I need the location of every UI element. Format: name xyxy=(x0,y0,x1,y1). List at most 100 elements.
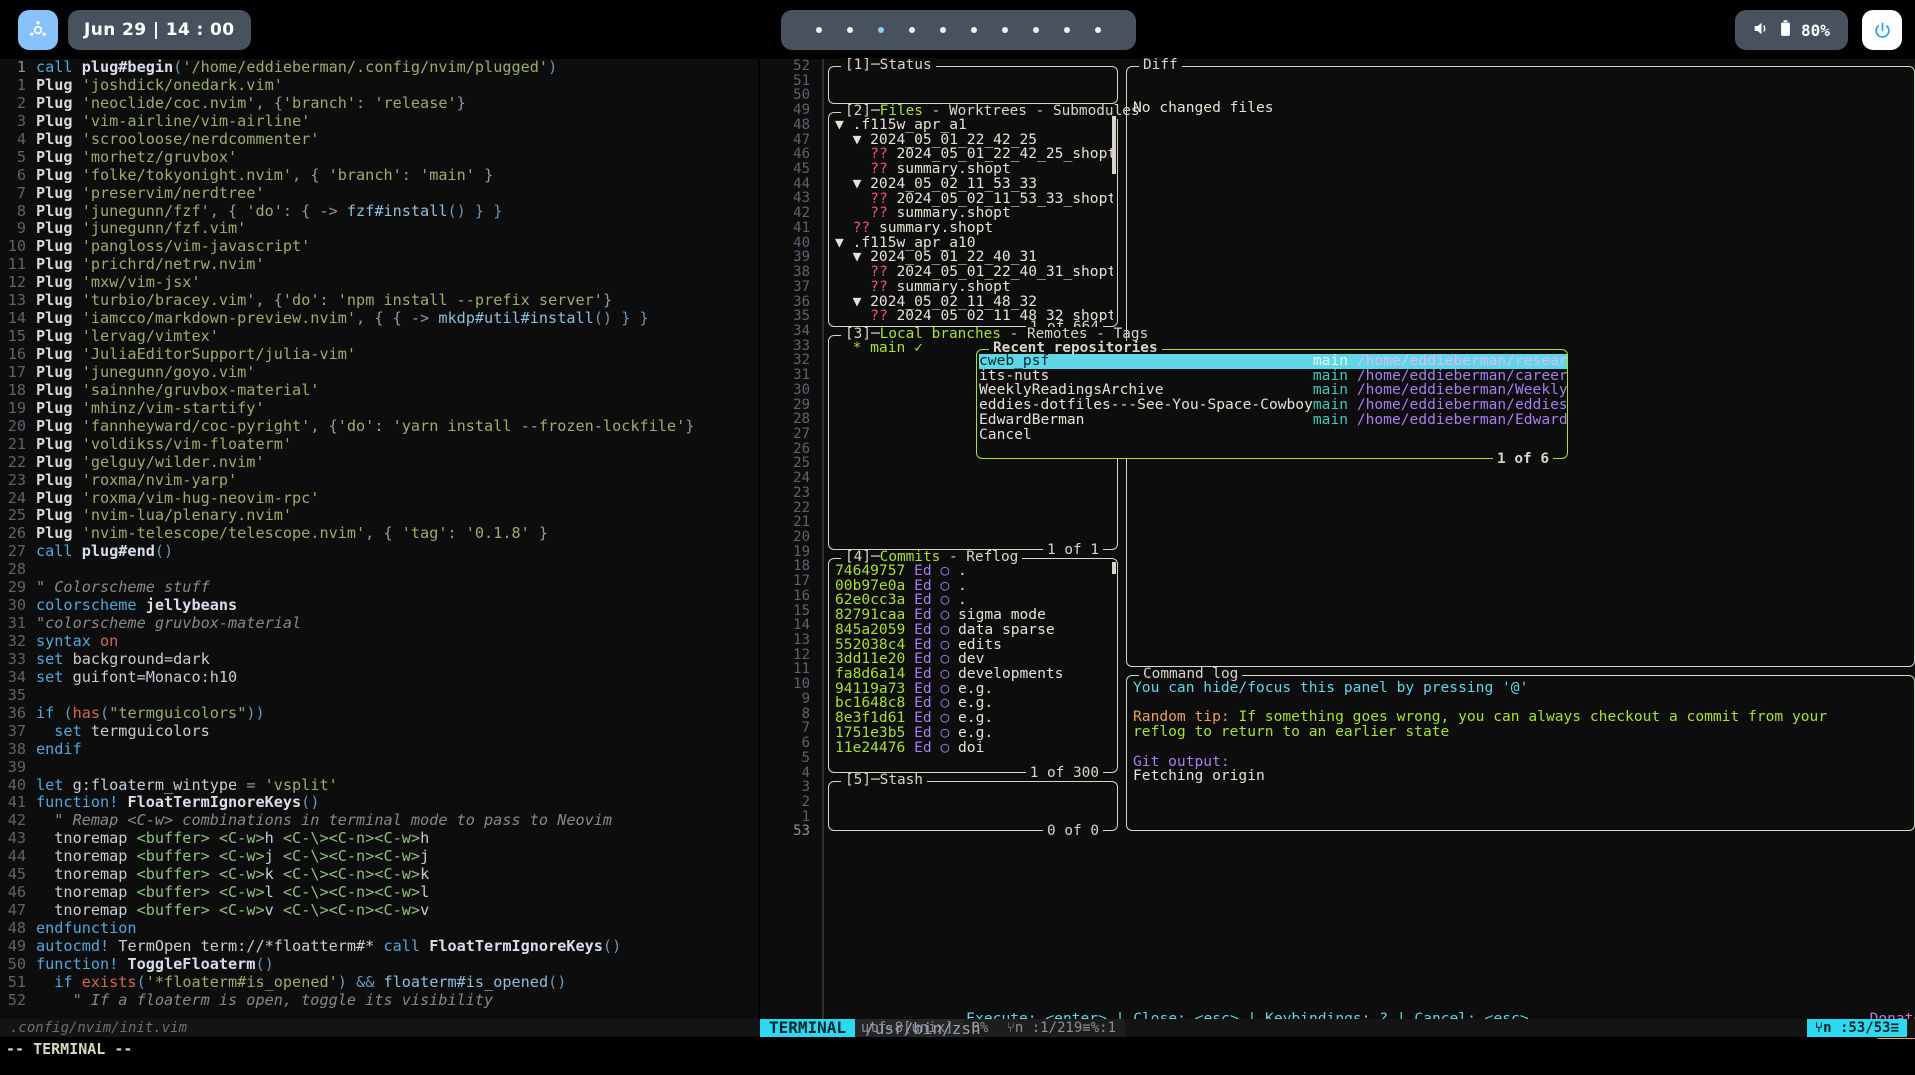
code-line[interactable]: 33 set background=dark xyxy=(0,650,758,669)
line-content: syntax on xyxy=(36,632,119,650)
code-line[interactable]: 50 function! ToggleFloaterm() xyxy=(0,955,758,974)
files-scrollbar[interactable] xyxy=(1112,116,1116,174)
workspace-switcher[interactable] xyxy=(781,10,1136,50)
terminal-line-number: 30 xyxy=(793,381,810,398)
command-log-line[interactable]: reflog to return to an earlier state xyxy=(1133,724,1910,740)
recent-repositories-popup[interactable]: Recent repositories 1 of 6 cweb_psf main… xyxy=(976,341,1568,467)
code-line[interactable]: 51 if exists('*floaterm#is_opened') && f… xyxy=(0,973,758,992)
line-content: if (has("termguicolors")) xyxy=(36,703,265,722)
code-line[interactable]: 34 set guifont=Monaco:h10 xyxy=(0,668,758,687)
system-tray[interactable]: 80% xyxy=(1735,10,1848,50)
terminal-line-number: 19 xyxy=(793,543,810,560)
code-line[interactable]: 3 Plug 'vim-airline/vim-airline' xyxy=(0,112,758,131)
lazygit-status-panel[interactable]: [1]─Status ✓shopt → main xyxy=(828,58,1118,104)
terminal-line-number: 40 xyxy=(793,234,810,251)
code-line[interactable]: 5 Plug 'morhetz/gruvbox' xyxy=(0,148,758,167)
code-line[interactable]: 4 Plug 'scrooloose/nerdcommenter' xyxy=(0,130,758,149)
workspace-dot-8[interactable] xyxy=(1033,27,1039,33)
code-line[interactable]: 31 "colorscheme gruvbox-material xyxy=(0,614,758,633)
code-line[interactable]: 47 tnoremap <buffer> <C-w>v <C-\><C-n><C… xyxy=(0,901,758,920)
code-line[interactable]: 38 endif xyxy=(0,740,758,759)
code-line[interactable]: 2 Plug 'neoclide/coc.nvim', {'branch': 'r… xyxy=(0,94,758,113)
ubuntu-logo-icon[interactable] xyxy=(18,10,58,50)
code-line[interactable]: 19 Plug 'mhinz/vim-startify' xyxy=(0,399,758,418)
command-log-line[interactable]: You can hide/focus this panel by pressin… xyxy=(1133,681,1910,696)
code-line[interactable]: 24 Plug 'roxma/vim-hug-neovim-rpc' xyxy=(0,489,758,508)
code-line[interactable]: 15 Plug 'lervag/vimtex' xyxy=(0,327,758,346)
code-line[interactable]: 17 Plug 'junegunn/goyo.vim' xyxy=(0,363,758,382)
code-line[interactable]: 1 Plug 'joshdick/onedark.vim' xyxy=(0,76,758,95)
lazygit-files-panel[interactable]: [2]─Files - Worktrees - Submodules 1 of … xyxy=(828,104,1144,335)
code-line[interactable]: 1 call plug#begin('/home/eddieberman/.con… xyxy=(0,59,758,77)
code-line[interactable]: 8 Plug 'junegunn/fzf', { 'do': { -> fzf#i… xyxy=(0,202,758,221)
code-line[interactable]: 9 Plug 'junegunn/fzf.vim' xyxy=(0,219,758,238)
code-line[interactable]: 32 syntax on xyxy=(0,632,758,651)
lazygit-app[interactable]: [1]─Status ✓shopt → main [2]─Files - Wor… xyxy=(828,58,1915,1055)
code-line[interactable]: 52 " If a floaterm is open, toggle its v… xyxy=(0,991,758,1010)
code-line[interactable]: 26 Plug 'nvim-telescope/telescope.nvim', … xyxy=(0,524,758,543)
code-line[interactable]: 21 Plug 'voldikss/vim-floaterm' xyxy=(0,435,758,454)
code-line[interactable]: 22 Plug 'gelguy/wilder.nvim' xyxy=(0,453,758,472)
recent-repo-item[interactable]: Cancel xyxy=(979,426,1567,443)
clock[interactable]: Jun 29 | 14 : 00 xyxy=(68,10,251,50)
command-log-title: Command log xyxy=(1139,667,1243,682)
recent-repo-branch: main xyxy=(1312,410,1357,428)
code-line[interactable]: 46 tnoremap <buffer> <C-w>l <C-\><C-n><C… xyxy=(0,883,758,902)
code-line[interactable]: 39 xyxy=(0,758,758,777)
code-line[interactable]: 10 Plug 'pangloss/vim-javascript' xyxy=(0,237,758,256)
code-line[interactable]: 37 set termguicolors xyxy=(0,722,758,741)
line-content: Plug 'nvim-lua/plenary.nvim' xyxy=(36,506,293,525)
code-line[interactable]: 40 let g:floaterm_wintype = 'vsplit' xyxy=(0,776,758,795)
workspace-dot-2[interactable] xyxy=(847,27,853,33)
code-line[interactable]: 16 Plug 'JuliaEditorSupport/julia-vim' xyxy=(0,345,758,364)
code-line[interactable]: 20 Plug 'fannheyward/coc-pyright', {'do':… xyxy=(0,417,758,436)
workspace-dot-3[interactable] xyxy=(878,27,884,33)
code-line[interactable]: 48 endfunction xyxy=(0,919,758,938)
code-line[interactable]: 25 Plug 'nvim-lua/plenary.nvim' xyxy=(0,506,758,525)
code-line[interactable]: 41 function! FloatTermIgnoreKeys() xyxy=(0,793,758,812)
code-line[interactable]: 36 if (has("termguicolors")) xyxy=(0,703,758,723)
lazygit-command-log-panel[interactable]: Command log You can hide/focus this pane… xyxy=(1126,667,1915,831)
commits-scrollbar[interactable] xyxy=(1112,562,1116,574)
workspace-dot-6[interactable] xyxy=(971,27,977,33)
code-line[interactable]: 11 Plug 'prichrd/netrw.nvim' xyxy=(0,255,758,274)
code-line[interactable]: 29 " Colorscheme stuff xyxy=(0,578,758,597)
code-line[interactable]: 43 tnoremap <buffer> <C-w>h <C-\><C-n><C… xyxy=(0,829,758,848)
commit-row[interactable]: 11e24476 Ed ○ doi xyxy=(835,740,1113,756)
code-line[interactable]: 27 call plug#end() xyxy=(0,542,758,561)
line-number: 1 xyxy=(16,59,26,76)
code-line[interactable]: 23 Plug 'roxma/nvim-yarp' xyxy=(0,471,758,490)
code-line[interactable]: 6 Plug 'folke/tokyonight.nvim', { 'branch… xyxy=(0,166,758,185)
code-line[interactable]: 7 Plug 'preservim/nerdtree' xyxy=(0,184,758,203)
files-panel-title: [2]─Files - Worktrees - Submodules xyxy=(841,104,1144,119)
code-line[interactable]: 42 " Remap <C-w> combinations in termina… xyxy=(0,811,758,830)
command-log-line[interactable]: Fetching origin xyxy=(1133,768,1910,784)
code-line[interactable]: 49 autocmd! TermOpen term://*floatterm#* … xyxy=(0,937,758,956)
workspace-dot-1[interactable] xyxy=(816,27,822,33)
code-line[interactable]: 35 xyxy=(0,686,758,705)
command-log-line[interactable] xyxy=(1133,740,1910,755)
lazygit-commits-panel[interactable]: [4]─Commits - Reflog 1 of 300 74649757 E… xyxy=(828,550,1118,781)
code-line[interactable]: 28 xyxy=(0,560,758,579)
code-line[interactable]: 44 tnoremap <buffer> <C-w>j <C-\><C-n><C… xyxy=(0,847,758,866)
terminal-line-number: 45 xyxy=(793,161,810,178)
workspace-dot-4[interactable] xyxy=(909,27,915,33)
code-line[interactable]: 30 colorscheme jellybeans xyxy=(0,596,758,615)
code-line[interactable]: 45 tnoremap <buffer> <C-w>k <C-\><C-n><C… xyxy=(0,865,758,884)
lazygit-stash-panel[interactable]: [5]─Stash 0 of 0 xyxy=(828,773,1118,839)
recent-repo-row[interactable]: Cancel xyxy=(979,426,1313,443)
code-line[interactable]: 13 Plug 'turbio/bracey.vim', {'do': 'npm … xyxy=(0,291,758,310)
code-line[interactable]: 18 Plug 'sainnhe/gruvbox-material' xyxy=(0,381,758,400)
terminal-line-number: 8 xyxy=(801,705,810,722)
workspace-dot-9[interactable] xyxy=(1064,27,1070,33)
power-button[interactable] xyxy=(1862,10,1902,50)
terminal-pane[interactable]: 52 51 50 49 48 47 46 45 44 43 42 41 40 39 38 37 36 35 34 33… xyxy=(760,58,1915,1055)
workspace-dot-7[interactable] xyxy=(1002,27,1008,33)
status-panel-title: [1]─Status xyxy=(841,58,936,73)
code-line[interactable]: 14 Plug 'iamcco/markdown-preview.nvim', {… xyxy=(0,309,758,328)
code-editor-pane[interactable]: 1 call plug#begin('/home/eddieberman/.con… xyxy=(0,59,758,1019)
file-tree-row[interactable]: ?? 2024_05_02_11_48_32_shopt.yml xyxy=(835,308,1113,322)
workspace-dot-10[interactable] xyxy=(1095,27,1101,33)
code-line[interactable]: 12 Plug 'mxw/vim-jsx' xyxy=(0,273,758,292)
workspace-dot-5[interactable] xyxy=(940,27,946,33)
